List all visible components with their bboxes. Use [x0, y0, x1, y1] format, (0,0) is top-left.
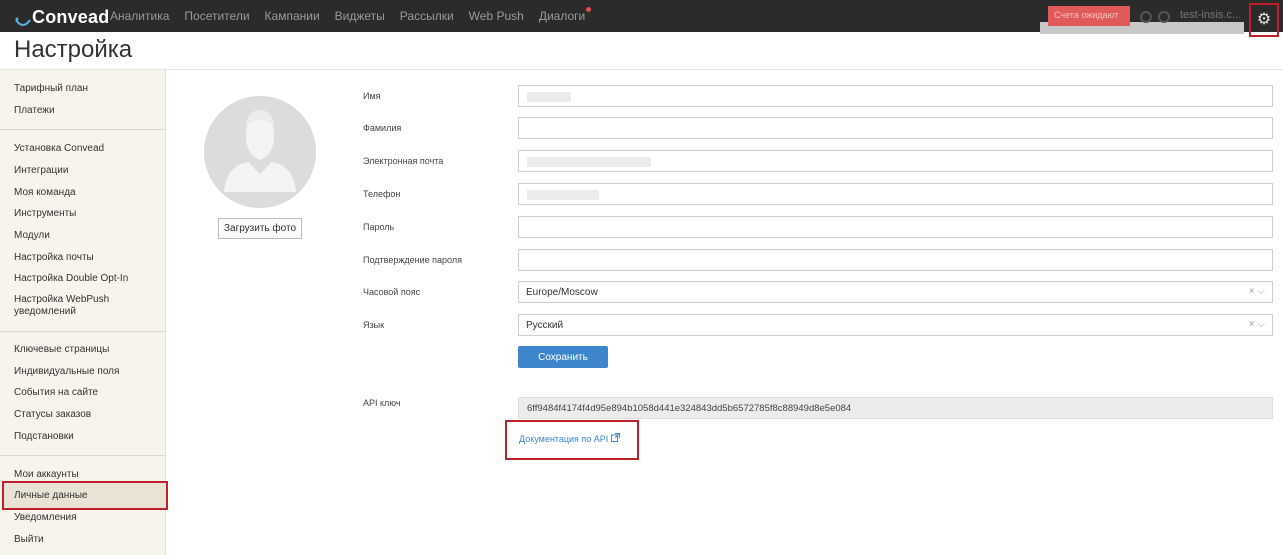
save-button[interactable]: Сохранить: [518, 346, 608, 368]
password-field[interactable]: [518, 216, 1273, 238]
nav-campaigns[interactable]: Кампании: [265, 9, 320, 23]
pending-invoices-badge[interactable]: Счета ожидают: [1048, 6, 1130, 26]
sidebar-item-team[interactable]: Моя команда: [14, 187, 76, 198]
email-field[interactable]: [518, 150, 1273, 172]
timezone-label: Часовой пояс: [363, 287, 421, 297]
language-value: Русский: [526, 320, 564, 331]
redacted-value: [527, 157, 651, 167]
api-key-value: 6ff9484f4174f4d95e894b1058d441e324843dd5…: [527, 403, 852, 414]
first-name-field[interactable]: [518, 85, 1273, 107]
settings-sidebar: Тарифный план Платежи Установка Convead …: [0, 70, 168, 555]
title-divider: [0, 69, 1283, 70]
sidebar-item-my-accounts[interactable]: Мои аккаунты: [14, 469, 79, 480]
sidebar-item-personal-data[interactable]: Личные данные: [2, 481, 168, 510]
sidebar-item-notifications[interactable]: Уведомления: [14, 512, 77, 523]
sidebar-item-install[interactable]: Установка Convead: [14, 143, 104, 154]
sidebar-item-site-events[interactable]: События на сайте: [14, 387, 98, 398]
sidebar-divider: [0, 455, 166, 456]
sidebar-item-webpush[interactable]: Настройка WebPush уведомлений: [14, 294, 124, 318]
sidebar-item-tariff[interactable]: Тарифный план: [14, 83, 88, 94]
logo-mark-icon: [15, 17, 31, 26]
nav-dialogs[interactable]: Диалоги: [538, 7, 592, 23]
last-name-label: Фамилия: [363, 123, 402, 133]
password-label: Пароль: [363, 222, 395, 232]
api-docs-link-label: Документация по API: [519, 434, 609, 444]
email-label: Электронная почта: [363, 156, 444, 166]
api-docs-highlight: Документация по API: [505, 420, 639, 460]
chevron-down-icon[interactable]: ⌵: [1257, 319, 1265, 330]
external-link-icon: [610, 433, 620, 442]
sidebar-item-email-settings[interactable]: Настройка почты: [14, 252, 94, 263]
api-key-field[interactable]: 6ff9484f4174f4d95e894b1058d441e324843dd5…: [518, 397, 1273, 419]
chevron-down-icon[interactable]: ⌵: [1257, 286, 1265, 297]
top-navbar: Convead Аналитика Посетители Кампании Ви…: [0, 0, 1283, 37]
timezone-controls: × ⌵: [1249, 286, 1265, 297]
phone-field[interactable]: [518, 183, 1273, 205]
api-key-label: API ключ: [363, 398, 401, 408]
sidebar-item-integrations[interactable]: Интеграции: [14, 165, 68, 176]
sidebar-item-key-pages[interactable]: Ключевые страницы: [14, 344, 109, 355]
language-controls: × ⌵: [1249, 319, 1265, 330]
nav-dialogs-label: Диалоги: [538, 9, 586, 23]
nav-visitors[interactable]: Посетители: [184, 9, 249, 23]
sidebar-item-modules[interactable]: Модули: [14, 230, 50, 241]
timezone-value: Europe/Moscow: [526, 287, 598, 298]
search-icon[interactable]: [1158, 11, 1170, 23]
logo-text: Convead: [32, 7, 110, 27]
topbar-right: Счета ожидают test-insis.c...: [1040, 6, 1244, 34]
sidebar-item-order-statuses[interactable]: Статусы заказов: [14, 409, 91, 420]
sidebar-item-double-opt-in[interactable]: Настройка Double Opt-In: [14, 273, 128, 284]
language-label: Язык: [363, 320, 385, 330]
redacted-value: [527, 190, 599, 200]
notification-dot-icon: [586, 7, 592, 12]
sidebar-item-label: Личные данные: [14, 490, 88, 501]
password-confirm-label: Подтверждение пароля: [363, 255, 462, 265]
nav-widgets[interactable]: Виджеты: [335, 9, 385, 23]
sidebar-item-substitutions[interactable]: Подстановки: [14, 431, 74, 442]
main-nav: Аналитика Посетители Кампании Виджеты Ра…: [110, 0, 600, 32]
language-select[interactable]: Русский × ⌵: [518, 314, 1273, 336]
redacted-value: [527, 92, 571, 102]
gear-icon: ⚙: [1256, 11, 1272, 28]
sidebar-divider: [0, 129, 166, 130]
nav-web-push[interactable]: Web Push: [469, 9, 524, 23]
sidebar-item-logout[interactable]: Выйти: [14, 534, 44, 545]
upload-photo-button[interactable]: Загрузить фото: [218, 218, 302, 239]
first-name-label: Имя: [363, 91, 381, 101]
site-selector[interactable]: test-insis.c...: [1180, 9, 1242, 21]
sidebar-divider: [0, 331, 166, 332]
user-placeholder-icon: [204, 96, 316, 208]
api-docs-link[interactable]: Документация по API: [519, 433, 620, 444]
settings-button[interactable]: ⚙: [1249, 3, 1279, 37]
last-name-field[interactable]: [518, 117, 1273, 139]
avatar: [204, 96, 316, 208]
sidebar-item-tools[interactable]: Инструменты: [14, 208, 76, 219]
password-confirm-field[interactable]: [518, 249, 1273, 271]
clear-icon[interactable]: ×: [1249, 286, 1255, 297]
sidebar-item-custom-fields[interactable]: Индивидуальные поля: [14, 366, 119, 377]
help-icon[interactable]: [1140, 11, 1152, 23]
nav-analytics[interactable]: Аналитика: [110, 9, 169, 23]
sidebar-item-payments[interactable]: Платежи: [14, 105, 55, 116]
page-title: Настройка: [14, 36, 133, 63]
timezone-select[interactable]: Europe/Moscow × ⌵: [518, 281, 1273, 303]
phone-label: Телефон: [363, 189, 401, 199]
nav-mailings[interactable]: Рассылки: [400, 9, 454, 23]
clear-icon[interactable]: ×: [1249, 319, 1255, 330]
